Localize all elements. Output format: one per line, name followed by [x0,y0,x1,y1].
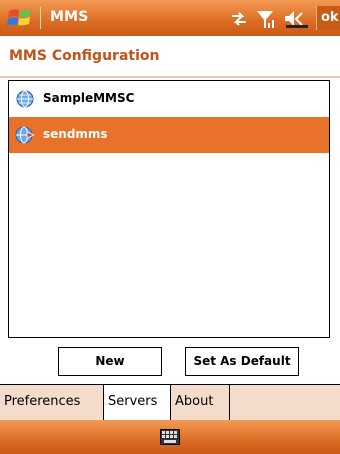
title-separator [40,7,41,29]
ok-button[interactable]: ok [316,6,340,30]
list-item-label: SampleMMSC [43,91,135,105]
page-title: MMS Configuration [9,48,160,64]
tab-bar: Preferences Servers About [0,384,340,420]
app-title: MMS [50,9,89,25]
tab-preferences[interactable]: Preferences [0,385,104,420]
connectivity-icon[interactable] [228,9,250,29]
globe-arrow-icon [15,126,35,144]
list-item-sendmms[interactable]: sendmms [9,117,329,153]
new-button[interactable]: New [58,347,162,376]
globe-icon [16,90,34,108]
keyboard-icon[interactable] [160,429,180,445]
signal-strength-icon[interactable] [255,9,277,29]
title-bar: MMS ok [0,0,340,36]
windows-start-icon[interactable] [6,6,36,30]
server-list[interactable]: SampleMMSC sendmms [8,80,330,338]
tab-servers[interactable]: Servers [104,385,171,420]
set-as-default-button[interactable]: Set As Default [185,347,299,376]
volume-icon[interactable] [282,9,312,29]
soft-key-bar [0,420,340,454]
header-divider [0,76,340,78]
list-item-samplemmsc[interactable]: SampleMMSC [9,81,329,117]
page-header: MMS Configuration [0,36,340,78]
tab-about[interactable]: About [171,385,230,420]
list-item-label: sendmms [43,127,108,141]
